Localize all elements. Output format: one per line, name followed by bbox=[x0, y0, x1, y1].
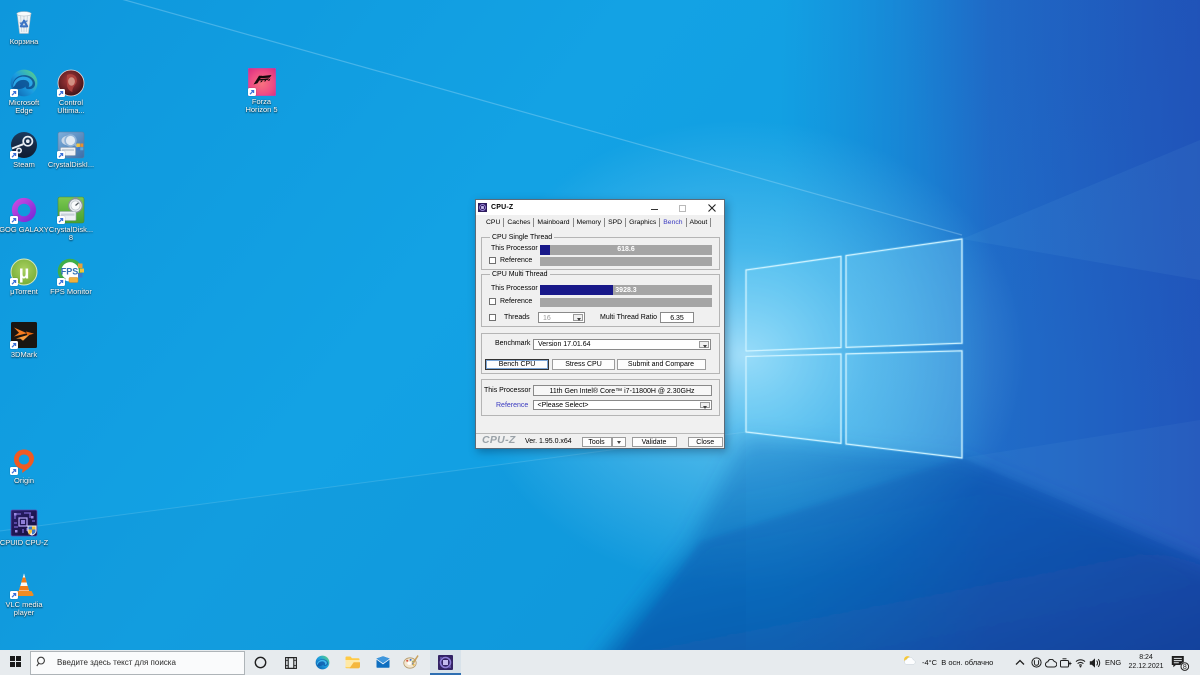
svg-text:8: 8 bbox=[1183, 664, 1187, 671]
svg-text:FPS: FPS bbox=[61, 267, 79, 277]
svg-text:µ: µ bbox=[19, 263, 29, 283]
